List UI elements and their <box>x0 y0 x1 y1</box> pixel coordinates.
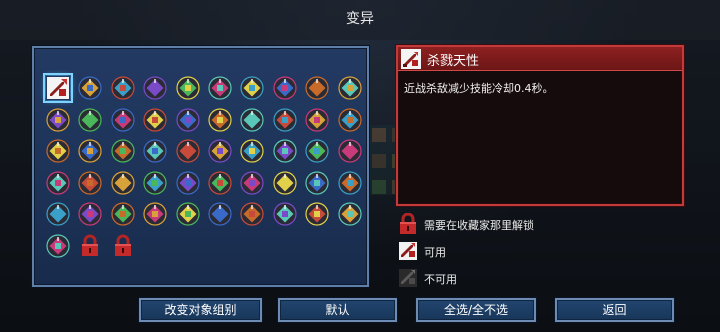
red-drop-icon[interactable] <box>176 171 200 195</box>
change-group-button[interactable]: 改变对象组别 <box>139 298 262 322</box>
select-all-button[interactable]: 全选/全不选 <box>416 298 536 322</box>
sword-kill-icon[interactable] <box>43 73 73 103</box>
red-potion-icon[interactable] <box>208 76 232 100</box>
green-hook-icon[interactable] <box>111 171 135 195</box>
flame-tower-icon[interactable] <box>111 76 135 100</box>
double-chevron-icon[interactable] <box>46 202 70 226</box>
green-clover-icon[interactable] <box>305 139 329 163</box>
red-cross-icon[interactable] <box>176 108 200 132</box>
purple-chest-icon[interactable] <box>143 139 167 163</box>
green-book-icon[interactable] <box>240 171 264 195</box>
twin-blades-icon[interactable] <box>208 108 232 132</box>
red-padlock-icon[interactable] <box>111 234 135 258</box>
sword-kill-icon <box>401 49 421 69</box>
green-burst-icon[interactable] <box>338 171 362 195</box>
green-hand-icon[interactable] <box>273 76 297 100</box>
legend-unavailable-label: 不可用 <box>424 273 457 286</box>
blue-wing-icon[interactable] <box>273 108 297 132</box>
sparkle-blade-icon[interactable] <box>143 76 167 100</box>
sword-strike-icon[interactable] <box>305 202 329 226</box>
red-padlock-icon[interactable] <box>78 234 102 258</box>
green-snake-icon[interactable] <box>305 171 329 195</box>
back-button[interactable]: 返回 <box>555 298 674 322</box>
blue-gear-icon[interactable] <box>78 139 102 163</box>
blue-shield-icon[interactable] <box>240 139 264 163</box>
white-claw-icon[interactable] <box>338 108 362 132</box>
legend-locked-label: 需要在收藏家那里解锁 <box>424 219 534 232</box>
yellow-lightning-icon[interactable] <box>46 234 70 258</box>
purple-hat-icon[interactable] <box>46 108 70 132</box>
crimson-rune-icon[interactable] <box>176 76 200 100</box>
white-mask-icon[interactable] <box>338 139 362 163</box>
blue-castle-icon[interactable] <box>143 171 167 195</box>
legend-available-label: 可用 <box>424 246 446 259</box>
mutation-info-header: 杀戮天性 <box>398 47 682 71</box>
mutation-info-panel: 杀戮天性 近战杀敌减少技能冷却0.4秒。 <box>396 45 684 206</box>
crossed-axes-icon[interactable] <box>240 202 264 226</box>
screen-title: 变异 <box>346 11 374 27</box>
lightning-shield-icon[interactable] <box>338 76 362 100</box>
default-button[interactable]: 默认 <box>278 298 397 322</box>
green-skull-icon[interactable] <box>111 202 135 226</box>
skull-crossbones-icon[interactable] <box>208 139 232 163</box>
legend-unavailable: 不可用 <box>398 267 598 289</box>
ghost-mask-icon[interactable] <box>143 202 167 226</box>
purple-flask-icon[interactable] <box>176 139 200 163</box>
sword-slash-icon[interactable] <box>111 139 135 163</box>
red-helmet-icon[interactable] <box>78 108 102 132</box>
mutation-description: 近战杀敌减少技能冷却0.4秒。 <box>404 82 554 95</box>
green-spider-icon[interactable] <box>240 76 264 100</box>
green-figure-icon[interactable] <box>240 108 264 132</box>
sword-available-icon <box>399 242 417 260</box>
blue-bottle-icon[interactable] <box>305 76 329 100</box>
mutation-name: 杀戮天性 <box>427 54 480 69</box>
blue-crescent-icon[interactable] <box>46 139 70 163</box>
red-apple-icon[interactable] <box>46 171 70 195</box>
legend-locked: 需要在收藏家那里解锁 <box>398 213 598 235</box>
purple-fist-icon[interactable] <box>143 108 167 132</box>
gold-star-icon[interactable] <box>273 202 297 226</box>
blue-eye-icon[interactable] <box>305 108 329 132</box>
red-swirl-icon[interactable] <box>273 171 297 195</box>
purple-orb-icon[interactable] <box>111 108 135 132</box>
green-goblin-icon[interactable] <box>78 202 102 226</box>
red-padlock-icon <box>400 213 416 234</box>
sword-unavailable-icon <box>399 269 417 287</box>
purple-rune-icon[interactable] <box>208 202 232 226</box>
green-leaf-icon[interactable] <box>273 139 297 163</box>
ice-crown-icon[interactable] <box>176 202 200 226</box>
legend-available: 可用 <box>398 240 598 262</box>
crossbow-icon[interactable] <box>78 76 102 100</box>
yellow-arrow-icon[interactable] <box>78 171 102 195</box>
fire-axe-icon[interactable] <box>338 202 362 226</box>
fast-forward-icon[interactable] <box>208 171 232 195</box>
